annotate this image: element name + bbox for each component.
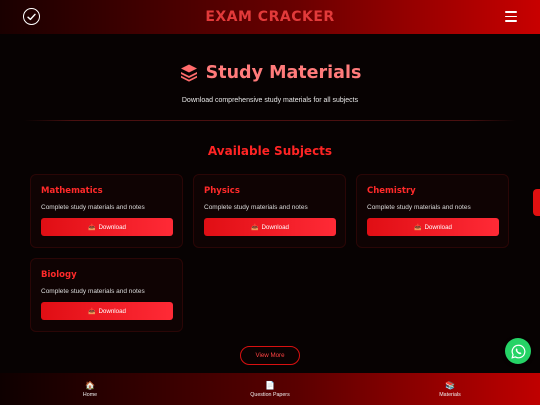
page-subtitle: Download comprehensive study materials f… (181, 97, 359, 104)
nav-item-question-papers[interactable]: 📄 Question Papers (180, 373, 360, 405)
whatsapp-icon[interactable] (505, 338, 531, 364)
layers-icon (180, 64, 197, 82)
subject-description: Complete study materials and notes (367, 204, 471, 211)
hamburger-menu-icon[interactable] (505, 10, 517, 23)
side-tab-handle[interactable] (533, 189, 540, 216)
section-title: Available Subjects (207, 144, 333, 158)
download-button[interactable]: 📥 Download (367, 218, 499, 236)
download-button[interactable]: 📥 Download (204, 218, 336, 236)
subject-card-physics: Physics Complete study materials and not… (193, 174, 346, 248)
subject-description: Complete study materials and notes (41, 204, 145, 211)
nav-item-home[interactable]: 🏠 Home (0, 373, 180, 405)
download-label: Download (261, 223, 289, 231)
nav-label: Home (82, 391, 98, 398)
books-icon: 📚 (445, 380, 455, 390)
download-label: Download (424, 223, 452, 231)
section-divider (24, 120, 516, 121)
subject-name: Chemistry (367, 186, 416, 196)
nav-item-materials[interactable]: 📚 Materials (360, 373, 540, 405)
download-icon: 📥 (87, 308, 96, 315)
download-label: Download (98, 307, 126, 315)
check-circle-icon[interactable] (23, 8, 40, 25)
nav-label: Materials (439, 391, 461, 398)
document-icon: 📄 (265, 380, 275, 390)
subject-card-mathematics: Mathematics Complete study materials and… (30, 174, 183, 248)
subject-card-chemistry: Chemistry Complete study materials and n… (356, 174, 509, 248)
nav-label: Question Papers (250, 391, 290, 398)
subject-description: Complete study materials and notes (41, 288, 145, 295)
subject-description: Complete study materials and notes (204, 204, 308, 211)
view-more-button[interactable]: View More (240, 346, 300, 365)
subject-name: Mathematics (41, 186, 103, 196)
download-icon: 📥 (87, 224, 96, 231)
page-title-text: Study Materials (205, 63, 362, 83)
home-icon: 🏠 (85, 380, 95, 390)
bottom-nav: 🏠 Home 📄 Question Papers 📚 Materials (0, 373, 540, 405)
download-button[interactable]: 📥 Download (41, 302, 173, 320)
download-icon: 📥 (413, 224, 422, 231)
subject-name: Physics (204, 186, 240, 196)
download-button[interactable]: 📥 Download (41, 218, 173, 236)
top-header: EXAM CRACKER (0, 0, 540, 34)
page-title: Study Materials (0, 63, 540, 83)
subject-name: Biology (41, 270, 77, 280)
download-icon: 📥 (250, 224, 259, 231)
download-label: Download (98, 223, 126, 231)
brand-title: EXAM CRACKER (205, 9, 335, 25)
subject-card-biology: Biology Complete study materials and not… (30, 258, 183, 332)
